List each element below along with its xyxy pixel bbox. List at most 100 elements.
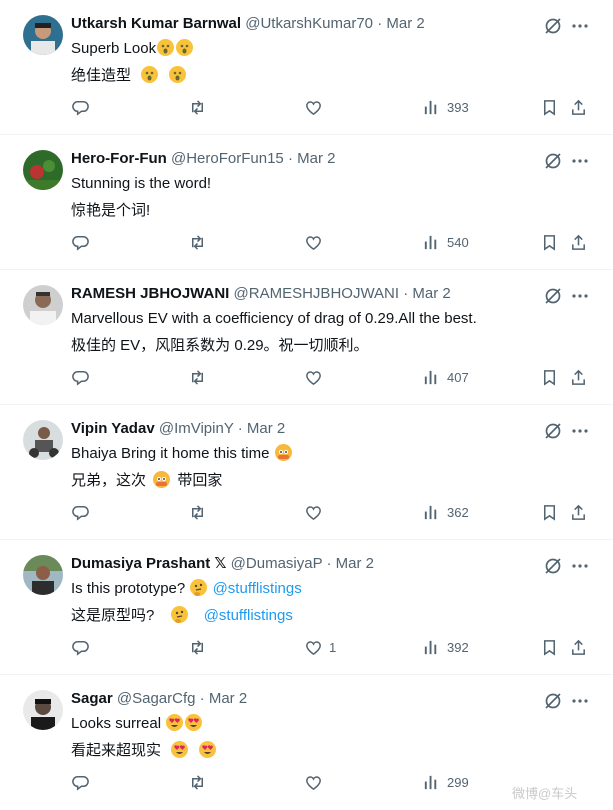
more-icon[interactable] <box>570 151 590 171</box>
bookmark-icon <box>543 234 556 251</box>
grok-icon[interactable] <box>543 151 563 171</box>
share-icon <box>572 99 585 115</box>
reply-icon <box>72 775 89 791</box>
views-icon <box>424 235 437 249</box>
tweet-translation: 兄弟，这次 带回家 <box>71 471 223 489</box>
tweet[interactable]: Hero-For-Fun @HeroForFun15 · Mar 2 Stunn… <box>0 135 613 270</box>
tweet[interactable]: RAMESH JBHOJWANI @RAMESHJBHOJWANI · Mar … <box>0 270 613 405</box>
reply-icon <box>72 100 89 116</box>
avatar[interactable] <box>23 420 63 460</box>
tweet-translation: 看起来超现实 <box>71 741 217 761</box>
share-button[interactable] <box>569 501 588 523</box>
share-button[interactable] <box>569 96 588 118</box>
grok-icon[interactable] <box>543 16 563 36</box>
like-icon <box>306 370 321 385</box>
views-button[interactable]: 393 <box>422 96 469 118</box>
author-name[interactable]: Sagar <box>71 690 113 707</box>
grok-icon[interactable] <box>543 556 563 576</box>
retweet-button[interactable] <box>188 96 213 118</box>
author-handle[interactable]: @RAMESHJBHOJWANI <box>234 285 400 302</box>
share-button[interactable] <box>569 366 588 388</box>
tweet[interactable]: Dumasiya Prashant 𝕏 @DumasiyaP · Mar 2 I… <box>0 540 613 675</box>
share-icon <box>572 504 585 520</box>
views-button[interactable]: 392 <box>422 636 469 658</box>
author-handle[interactable]: @SagarCfg <box>117 690 196 707</box>
reply-button[interactable] <box>71 231 96 253</box>
bookmark-button[interactable] <box>540 96 559 118</box>
retweet-button[interactable] <box>188 501 213 523</box>
author-handle[interactable]: @UtkarshKumar70 <box>245 15 373 32</box>
author-handle[interactable]: @HeroForFun15 <box>171 150 284 167</box>
author-name[interactable]: Dumasiya Prashant <box>71 555 210 572</box>
views-button[interactable]: 540 <box>422 231 469 253</box>
like-button[interactable] <box>304 501 329 523</box>
like-icon <box>306 775 321 790</box>
like-button[interactable] <box>304 96 329 118</box>
grok-icon[interactable] <box>543 691 563 711</box>
author-name[interactable]: Hero-For-Fun <box>71 150 167 167</box>
retweet-button[interactable] <box>188 231 213 253</box>
share-button[interactable] <box>569 231 588 253</box>
tweet-date[interactable]: Mar 2 <box>247 420 285 437</box>
tweet-text: Looks surreal <box>71 714 203 734</box>
tweet-translation: 极佳的 EV，风阻系数为 0.29。祝一切顺利。 <box>71 337 369 354</box>
bookmark-button[interactable] <box>540 366 559 388</box>
mention-link[interactable]: @stufflistings <box>204 607 293 624</box>
more-icon[interactable] <box>570 691 590 711</box>
bookmark-icon <box>543 639 556 656</box>
like-button[interactable] <box>304 231 329 253</box>
more-icon[interactable] <box>570 421 590 441</box>
tweet-translation: 这是原型吗? @stufflistings <box>71 606 293 624</box>
author-name[interactable]: Vipin Yadav <box>71 420 155 437</box>
author-handle[interactable]: @DumasiyaP <box>231 555 323 572</box>
tweet-date[interactable]: Mar 2 <box>336 555 374 572</box>
reply-button[interactable] <box>71 366 96 388</box>
astonished-emoji <box>157 39 175 56</box>
astonished-emoji <box>176 39 194 56</box>
tweet-date[interactable]: Mar 2 <box>412 285 450 302</box>
avatar[interactable] <box>23 150 63 190</box>
like-button[interactable] <box>304 771 329 793</box>
author-name[interactable]: RAMESH JBHOJWANI <box>71 285 229 302</box>
views-icon <box>424 100 437 114</box>
share-icon <box>572 369 585 385</box>
tweet-date[interactable]: Mar 2 <box>386 15 424 32</box>
bookmark-button[interactable] <box>540 231 559 253</box>
grok-icon[interactable] <box>543 286 563 306</box>
views-icon <box>424 640 437 654</box>
views-button[interactable]: 362 <box>422 501 469 523</box>
bookmark-button[interactable] <box>540 501 559 523</box>
verified-mark: 𝕏 <box>214 555 227 572</box>
tweet[interactable]: Vipin Yadav @ImVipinY · Mar 2 Bhaiya Bri… <box>0 405 613 540</box>
avatar[interactable] <box>23 690 63 730</box>
reply-button[interactable] <box>71 96 96 118</box>
tweet-actions: 540 <box>0 231 613 255</box>
more-icon[interactable] <box>570 16 590 36</box>
like-button[interactable]: 1 <box>304 636 336 658</box>
retweet-button[interactable] <box>188 636 213 658</box>
grok-icon[interactable] <box>543 421 563 441</box>
avatar[interactable] <box>23 15 63 55</box>
reply-button[interactable] <box>71 501 96 523</box>
more-icon[interactable] <box>570 556 590 576</box>
retweet-button[interactable] <box>188 366 213 388</box>
heart-eyes-emoji <box>199 741 217 758</box>
more-icon[interactable] <box>570 286 590 306</box>
avatar[interactable] <box>23 285 63 325</box>
author-handle[interactable]: @ImVipinY <box>159 420 234 437</box>
like-button[interactable] <box>304 366 329 388</box>
mention-link[interactable]: @stufflistings <box>213 580 302 597</box>
bookmark-button[interactable] <box>540 636 559 658</box>
retweet-button[interactable] <box>188 771 213 793</box>
author-name[interactable]: Utkarsh Kumar Barnwal <box>71 15 241 32</box>
tweet-date[interactable]: Mar 2 <box>209 690 247 707</box>
views-button[interactable]: 407 <box>422 366 469 388</box>
pleading-emoji <box>274 444 292 461</box>
reply-button[interactable] <box>71 771 96 793</box>
views-button[interactable]: 299 <box>422 771 469 793</box>
reply-button[interactable] <box>71 636 96 658</box>
share-button[interactable] <box>569 636 588 658</box>
avatar[interactable] <box>23 555 63 595</box>
tweet[interactable]: Utkarsh Kumar Barnwal @UtkarshKumar70 · … <box>0 0 613 135</box>
tweet-date[interactable]: Mar 2 <box>297 150 335 167</box>
